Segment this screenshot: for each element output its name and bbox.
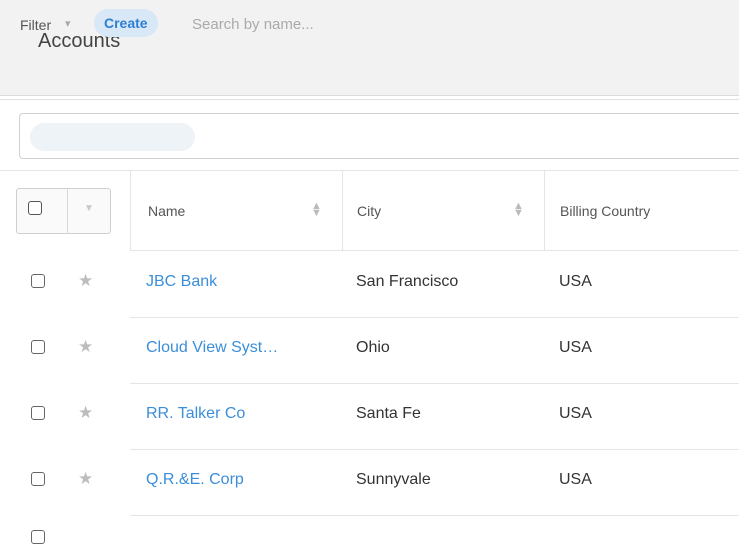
- filter-bar: [19, 113, 739, 159]
- filter-pill: [30, 123, 195, 151]
- row-checkbox[interactable]: [31, 340, 45, 354]
- header-bottom-border: [130, 250, 739, 251]
- row-checkbox[interactable]: [31, 406, 45, 420]
- billing-country-cell: USA: [559, 405, 592, 422]
- account-name-link[interactable]: Q.R.&E. Corp: [146, 471, 244, 489]
- city-cell: San Francisco: [356, 273, 459, 290]
- column-divider: [342, 170, 343, 250]
- billing-country-cell: USA: [559, 339, 592, 356]
- sort-icon[interactable]: ▲ ▼: [311, 201, 322, 219]
- select-all-checkbox[interactable]: [28, 201, 42, 215]
- column-header-billing-country[interactable]: Billing Country: [560, 203, 650, 219]
- filter-button[interactable]: Filter: [20, 17, 51, 33]
- search-input[interactable]: [190, 10, 694, 38]
- row-divider: [130, 317, 739, 318]
- row-checkbox[interactable]: [31, 472, 45, 486]
- chevron-down-icon[interactable]: ▾: [65, 17, 71, 30]
- sort-icon[interactable]: ▲ ▼: [513, 201, 524, 219]
- city-cell: Ohio: [356, 339, 390, 356]
- column-header-name[interactable]: Name: [148, 203, 185, 219]
- row-divider: [130, 383, 739, 384]
- star-icon[interactable]: ★: [78, 469, 93, 489]
- bulk-select-divider: [67, 188, 68, 234]
- chevron-down-icon[interactable]: ▼: [84, 203, 94, 214]
- column-divider: [544, 170, 545, 250]
- star-icon[interactable]: ★: [78, 403, 93, 423]
- header-divider: [0, 99, 739, 100]
- column-header-city[interactable]: City: [357, 203, 381, 219]
- billing-country-cell: USA: [559, 273, 592, 290]
- column-divider: [130, 170, 131, 250]
- city-cell: Santa Fe: [356, 405, 421, 422]
- row-divider: [130, 515, 739, 516]
- create-button[interactable]: Create: [94, 9, 158, 37]
- billing-country-cell: USA: [559, 471, 592, 488]
- star-icon[interactable]: ★: [78, 337, 93, 357]
- star-icon[interactable]: ★: [78, 271, 93, 291]
- row-divider: [130, 449, 739, 450]
- city-cell: Sunnyvale: [356, 471, 431, 488]
- account-name-link[interactable]: Cloud View Syst…: [146, 339, 278, 357]
- row-checkbox[interactable]: [31, 530, 45, 544]
- table-top-border: [0, 170, 739, 171]
- row-checkbox[interactable]: [31, 274, 45, 288]
- account-name-link[interactable]: JBC Bank: [146, 273, 217, 291]
- account-name-link[interactable]: RR. Talker Co: [146, 405, 245, 423]
